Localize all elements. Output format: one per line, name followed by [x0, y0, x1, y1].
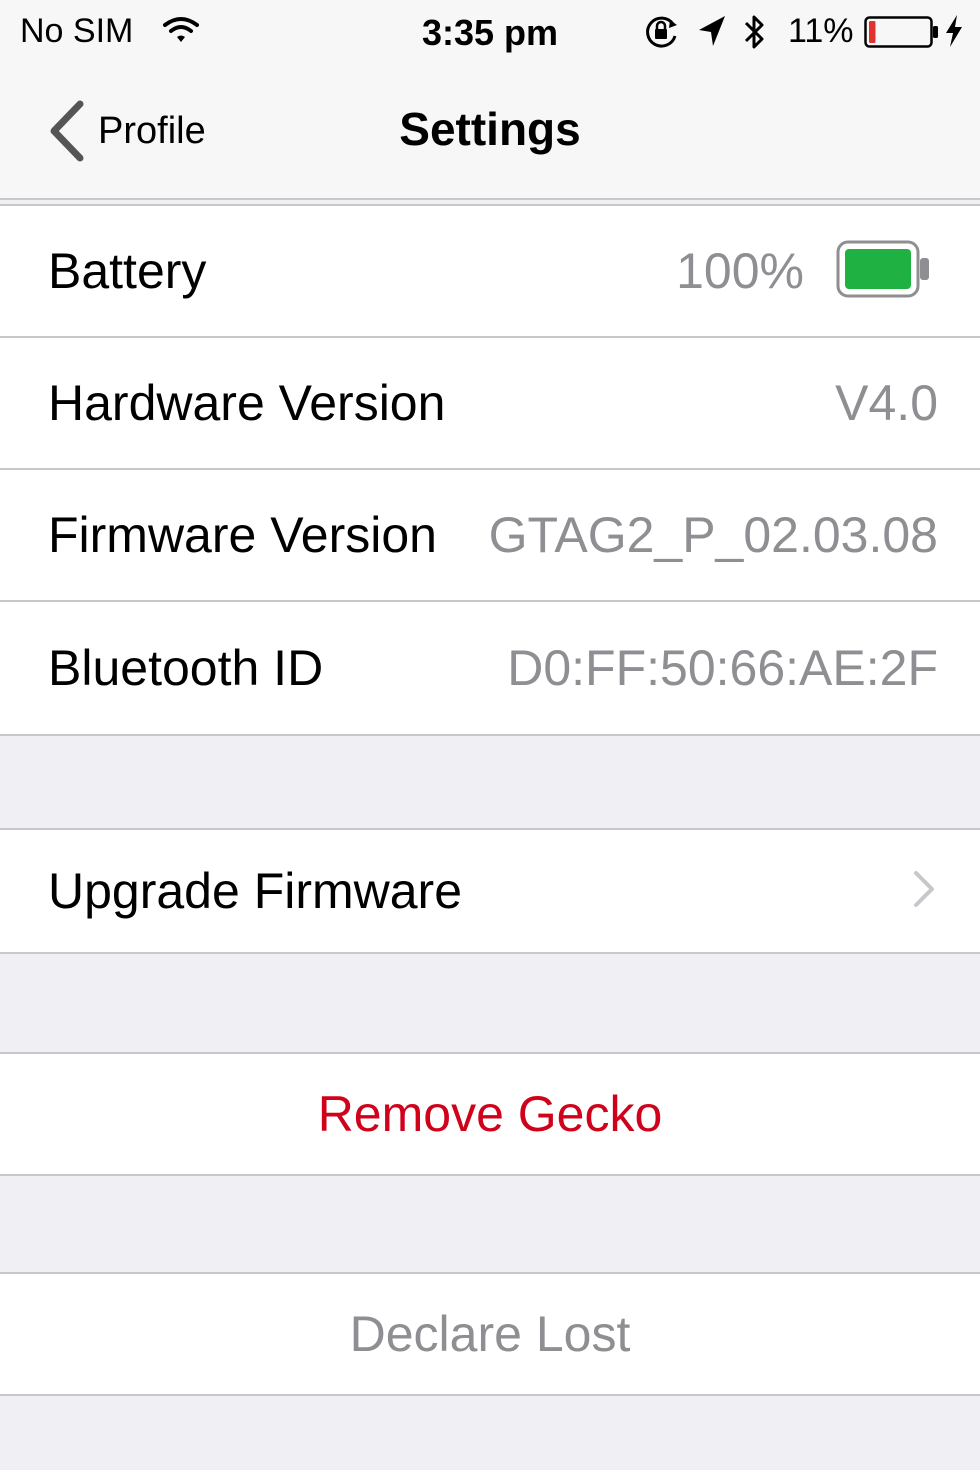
hardware-version-row: Hardware Version V4.0 [0, 338, 980, 470]
firmware-version-label: Firmware Version [48, 507, 437, 563]
firmware-version-value: GTAG2_P_02.03.08 [488, 507, 938, 563]
bluetooth-id-value: D0:FF:50:66:AE:2F [507, 640, 938, 696]
firmware-version-row: Firmware Version GTAG2_P_02.03.08 [0, 470, 980, 602]
status-battery-percent: 11% [788, 12, 854, 50]
upgrade-firmware-row[interactable]: Upgrade Firmware [0, 830, 980, 952]
battery-icon [864, 16, 940, 53]
remove-gecko-button: Remove Gecko [317, 1086, 663, 1142]
battery-row: Battery 100% [0, 206, 980, 338]
rotation-lock-icon [643, 14, 681, 55]
page-title: Settings [399, 103, 581, 155]
declare-lost-button: Declare Lost [349, 1306, 631, 1362]
declare-lost-group: Declare Lost [0, 1272, 980, 1396]
declare-lost-row[interactable]: Declare Lost [0, 1274, 980, 1394]
remove-group: Remove Gecko [0, 1052, 980, 1176]
location-arrow-icon [697, 14, 727, 53]
device-info-group: Battery 100% Hardware Version V4.0 Firmw… [0, 204, 980, 736]
upgrade-firmware-label: Upgrade Firmware [48, 863, 463, 919]
nav-bar: Profile Settings [0, 66, 980, 200]
status-bar: No SIM 3:35 pm 11% [0, 0, 980, 66]
battery-value: 100% [676, 243, 804, 299]
chevron-right-icon [912, 869, 936, 914]
remove-gecko-row[interactable]: Remove Gecko [0, 1054, 980, 1174]
bluetooth-icon [742, 12, 768, 57]
bluetooth-id-label: Bluetooth ID [48, 640, 324, 696]
hardware-version-value: V4.0 [835, 375, 938, 431]
battery-label: Battery [48, 243, 207, 299]
upgrade-group: Upgrade Firmware [0, 828, 980, 954]
charging-bolt-icon [944, 14, 964, 53]
hardware-version-label: Hardware Version [48, 375, 446, 431]
battery-level-icon [836, 240, 932, 303]
bluetooth-id-row: Bluetooth ID D0:FF:50:66:AE:2F [0, 602, 980, 734]
